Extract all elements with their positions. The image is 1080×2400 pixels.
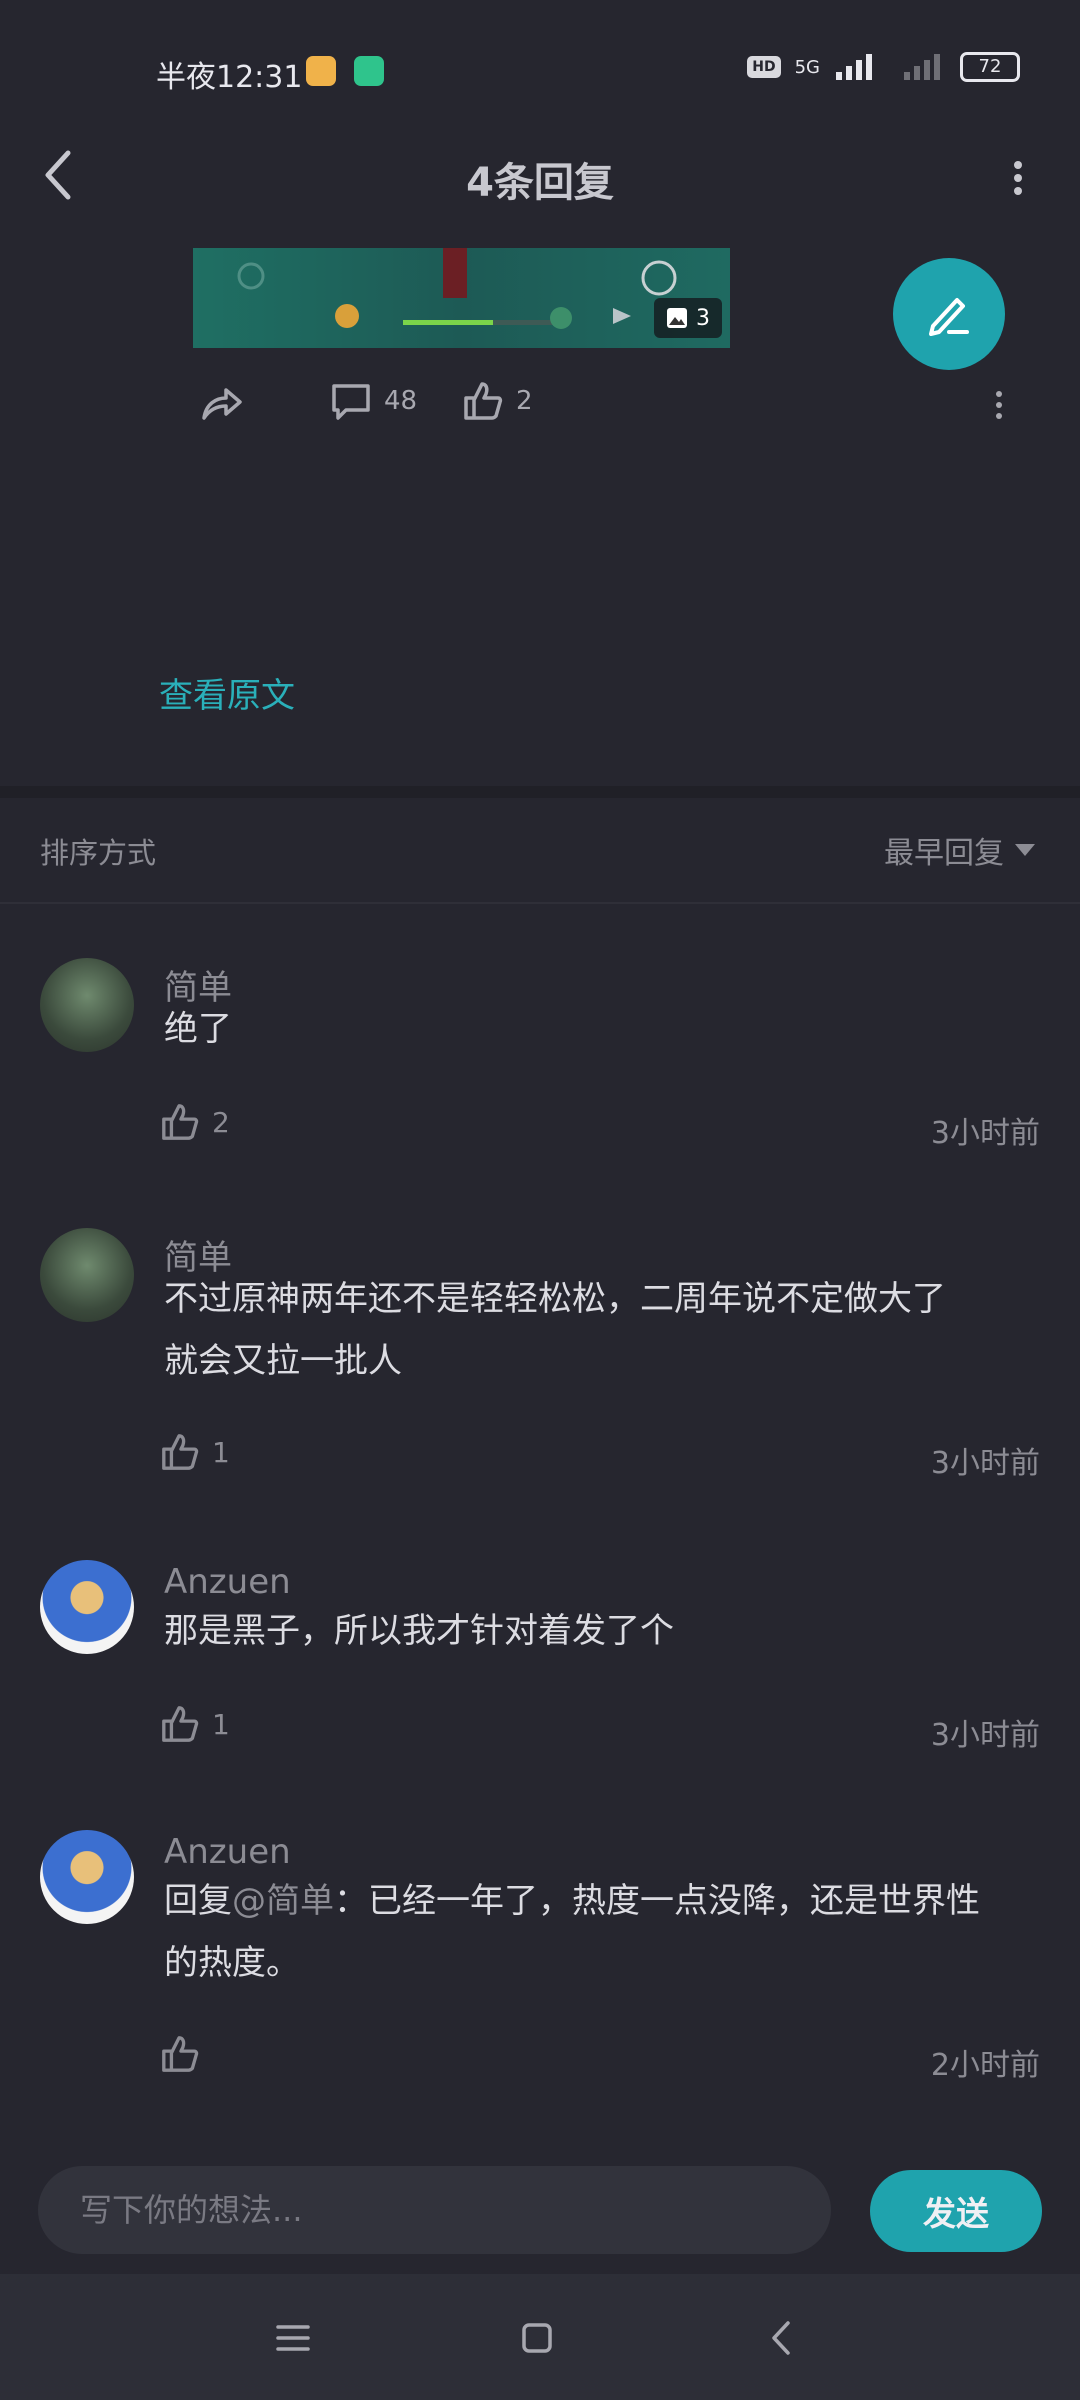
reply-item: Anzuen 回复@简单：已经一年了，热度一点没降，还是世界性 的热度。 2小时… xyxy=(0,1830,1080,2083)
game-screenshot-thumbnail xyxy=(237,248,677,329)
reply-item: 简单 绝了 2 3小时前 xyxy=(0,958,1080,1151)
system-back-icon[interactable] xyxy=(760,2315,806,2361)
share-icon xyxy=(202,388,242,420)
reply-prefix: 回复 xyxy=(164,1881,232,1921)
divider xyxy=(0,902,1080,904)
reply-text: 绝了 xyxy=(164,1009,232,1049)
sort-label: 排序方式 xyxy=(40,836,157,870)
sort-dropdown[interactable]: 最早回复 xyxy=(884,828,1036,872)
thumbs-up-icon xyxy=(162,1706,199,1742)
avatar[interactable] xyxy=(40,958,134,1052)
like-count: 2 xyxy=(516,386,533,416)
thumbs-up-icon xyxy=(464,382,503,420)
pen-icon xyxy=(929,298,969,336)
reply-text: 回复@简单：已经一年了，热度一点没降，还是世界性 的热度。 xyxy=(164,1870,1034,1994)
reply-text-line: 就会又拉一批人 xyxy=(164,1341,402,1381)
post-more-icon[interactable] xyxy=(994,390,1004,420)
image-icon xyxy=(667,308,687,328)
signal-weak-icon xyxy=(904,54,940,80)
reply-like-button[interactable] xyxy=(160,2034,200,2074)
reply-time: 3小时前 xyxy=(930,1446,1040,1481)
image-count-badge: 3 xyxy=(654,298,722,338)
comment-button[interactable]: 48 xyxy=(330,380,417,422)
comment-icon xyxy=(332,384,370,420)
security-shield-icon xyxy=(354,56,384,86)
reply-like-count: 1 xyxy=(212,1435,230,1469)
app-notification-icon xyxy=(306,56,336,86)
reply-time: 2小时前 xyxy=(930,2048,1040,2083)
reply-like-count: 1 xyxy=(212,1707,230,1741)
section-divider xyxy=(0,786,1080,798)
thumbs-up-icon xyxy=(162,1104,199,1140)
reply-author[interactable]: Anzuen xyxy=(164,1562,291,1602)
signal-icon xyxy=(836,54,872,80)
status-time: 半夜12:31 xyxy=(156,60,303,95)
like-button[interactable]: 2 xyxy=(462,380,533,422)
avatar[interactable] xyxy=(40,1228,134,1322)
reply-text-line: 不过原神两年还不是轻轻松松，二周年说不定做大了 xyxy=(164,1279,946,1319)
reply-item: 简单 不过原神两年还不是轻轻松松，二周年说不定做大了 就会又拉一批人 1 3小时… xyxy=(0,1228,1080,1481)
network-type: 5G xyxy=(794,56,820,78)
hd-badge: HD xyxy=(747,56,781,78)
reply-text-line: ：已经一年了，热度一点没降，还是世界性 xyxy=(334,1881,980,1921)
reply-author[interactable]: Anzuen xyxy=(164,1832,291,1872)
reply-like-button[interactable]: 1 xyxy=(160,1432,230,1472)
reply-text: 不过原神两年还不是轻轻松松，二周年说不定做大了 就会又拉一批人 xyxy=(164,1268,1034,1392)
page-title: 4条回复 xyxy=(466,160,614,206)
caret-down-icon xyxy=(1015,844,1035,856)
avatar[interactable] xyxy=(40,1560,134,1654)
thumbs-up-icon xyxy=(162,1434,199,1470)
send-button[interactable]: 发送 xyxy=(870,2170,1042,2252)
more-options-icon[interactable] xyxy=(1008,160,1028,196)
reply-text: 那是黑子，所以我才针对着发了个 xyxy=(164,1611,674,1651)
compose-button[interactable] xyxy=(893,258,1005,370)
reply-time: 3小时前 xyxy=(930,1116,1040,1151)
home-icon[interactable] xyxy=(514,2315,560,2361)
reply-like-button[interactable]: 2 xyxy=(160,1102,230,1142)
post-image[interactable]: 3 xyxy=(193,248,730,348)
image-count: 3 xyxy=(696,305,710,331)
reply-item: Anzuen 那是黑子，所以我才针对着发了个 1 3小时前 xyxy=(0,1560,1080,1753)
comment-input[interactable] xyxy=(38,2166,831,2254)
battery-indicator: 72 xyxy=(960,52,1020,82)
reply-like-button[interactable]: 1 xyxy=(160,1704,230,1744)
thumbs-up-icon xyxy=(162,2036,199,2072)
reply-like-count: 2 xyxy=(212,1105,230,1139)
share-button[interactable] xyxy=(198,380,244,426)
mention-link[interactable]: @简单 xyxy=(232,1881,334,1921)
sort-option-label: 最早回复 xyxy=(884,836,1004,871)
comment-count: 48 xyxy=(384,386,418,416)
avatar[interactable] xyxy=(40,1830,134,1924)
post-action-row xyxy=(0,378,1080,430)
status-indicators: HD 5G 72 xyxy=(747,52,1020,82)
status-bar: 半夜12:31 HD 5G 72 xyxy=(0,0,1080,140)
menu-icon[interactable] xyxy=(270,2315,316,2361)
view-original-link[interactable]: 查看原文 xyxy=(159,668,295,717)
reply-time: 3小时前 xyxy=(930,1718,1040,1753)
reply-text-line: 的热度。 xyxy=(164,1943,300,1983)
